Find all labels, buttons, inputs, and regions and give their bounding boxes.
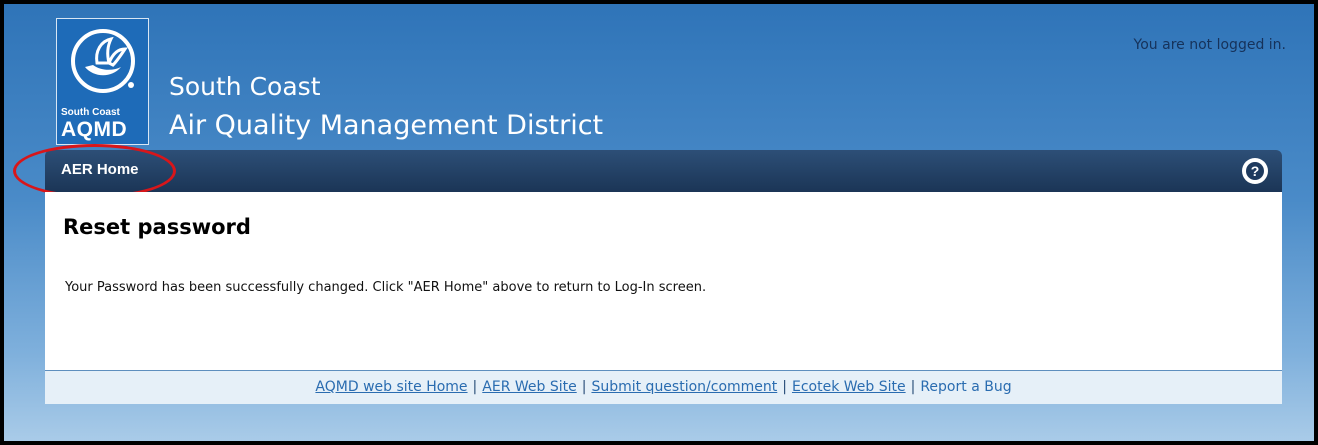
org-name-line2: Air Quality Management District (169, 110, 604, 141)
footer-links: AQMD web site Home | AER Web Site | Submit q… (45, 371, 1282, 404)
footer-separator: | (581, 379, 587, 395)
org-name-line1: South Coast (169, 72, 321, 101)
nav-bar: AER Home ? (13, 144, 1282, 198)
dove-emblem-icon (71, 29, 135, 93)
aqmd-logo[interactable]: South Coast AQMD (56, 18, 149, 145)
footer-separator: | (910, 379, 916, 395)
logo-aqmd-text: AQMD (61, 118, 128, 141)
footer-link-ecotek-site[interactable]: Ecotek Web Site (792, 379, 906, 395)
page-frame: South Coast AQMD South Coast Air Quality… (4, 4, 1314, 441)
footer-link-aer-site[interactable]: AER Web Site (482, 379, 576, 395)
footer-link-aqmd-home[interactable]: AQMD web site Home (315, 379, 467, 395)
footer-link-report-bug[interactable]: Report a Bug (920, 379, 1011, 395)
help-icon[interactable]: ? (1242, 158, 1268, 184)
aer-home-link[interactable]: AER Home (61, 161, 139, 178)
footer-link-submit-question[interactable]: Submit question/comment (591, 379, 777, 395)
main-content: Reset password Your Password has been su… (45, 192, 1282, 371)
help-question-glyph: ? (1246, 162, 1264, 180)
footer-separator: | (782, 379, 787, 395)
footer-separator: | (472, 379, 478, 395)
success-message: Your Password has been successfully chan… (65, 280, 707, 295)
logo-small-text: South Coast (61, 107, 120, 118)
login-status: You are not logged in. (1133, 37, 1286, 53)
page-title: Reset password (63, 215, 251, 239)
